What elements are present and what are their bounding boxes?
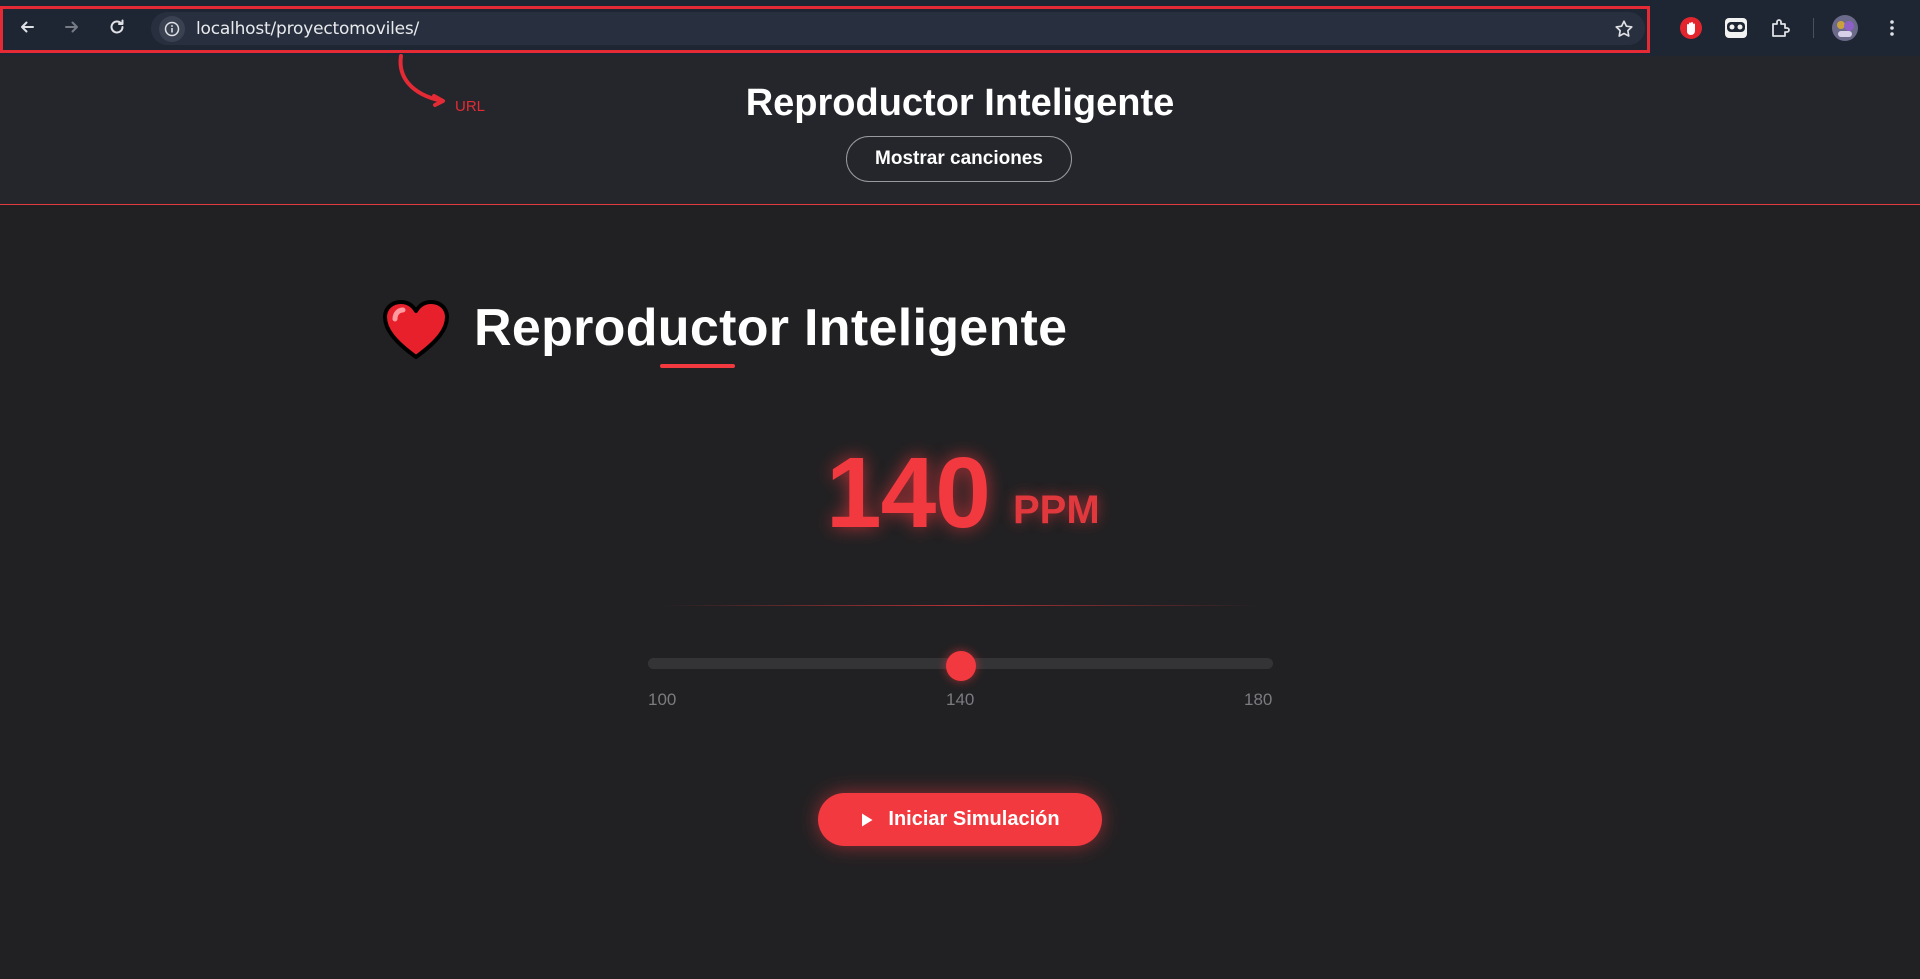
title-underline — [660, 364, 735, 368]
header-title: Reproductor Inteligente — [745, 82, 1175, 124]
slider-mid-label: 140 — [946, 690, 975, 709]
annotation-arrow-icon — [398, 54, 445, 107]
extensions-puzzle-icon[interactable] — [1767, 14, 1795, 42]
heart-icon — [382, 299, 450, 366]
bpm-slider-thumb[interactable] — [945, 651, 976, 681]
play-icon — [862, 813, 873, 826]
annotation-box — [0, 6, 1650, 53]
slider-max-label: 180 — [1244, 690, 1273, 709]
annotation-label: URL — [455, 98, 486, 115]
main-title: Reproductor Inteligente — [474, 299, 1068, 357]
profile-avatar[interactable] — [1831, 14, 1859, 42]
start-simulation-button[interactable]: Iniciar Simulación — [818, 793, 1102, 846]
divider — [660, 605, 1260, 606]
bpm-value: 140 — [826, 437, 991, 549]
toolbar-separator — [1813, 18, 1814, 38]
extension-stop-icon[interactable] — [1677, 14, 1705, 42]
slider-min-label: 100 — [648, 690, 677, 709]
menu-dots-icon[interactable] — [1878, 14, 1906, 42]
show-songs-button[interactable]: Mostrar canciones — [846, 136, 1072, 182]
bpm-unit: PPM — [1013, 488, 1100, 532]
start-simulation-label: Iniciar Simulación — [888, 808, 1060, 830]
bpm-slider-fill — [648, 658, 961, 669]
extension-mask-icon[interactable] — [1722, 14, 1750, 42]
page-header: Reproductor Inteligente Mostrar cancione… — [0, 56, 1920, 205]
